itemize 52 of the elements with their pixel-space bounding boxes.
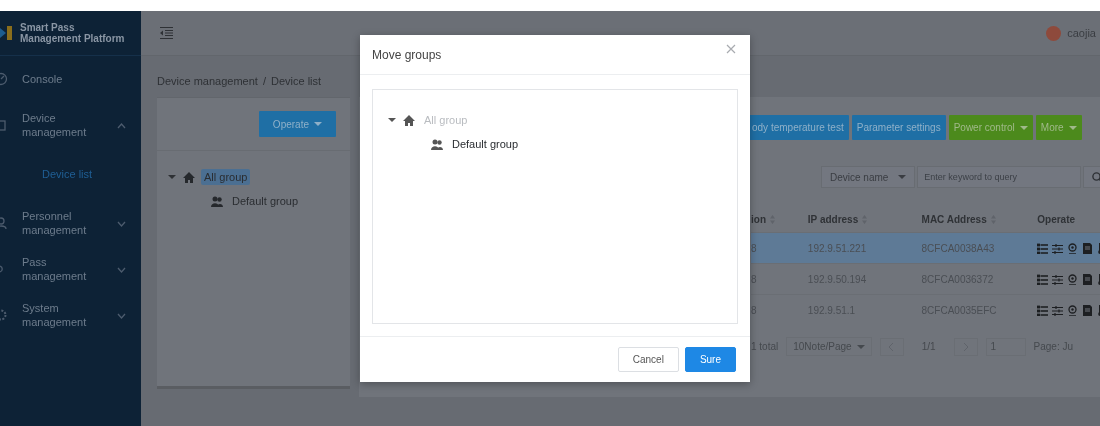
table-cell: 192.9.51.221: [807, 232, 922, 264]
breadcrumb-item[interactable]: Device management: [157, 75, 258, 87]
tree-node[interactable]: Default group: [229, 193, 302, 209]
sliders-icon[interactable]: [1052, 273, 1064, 285]
toolbar-button[interactable]: Parameter settings: [851, 115, 946, 140]
logo-icon: [0, 25, 12, 41]
toolbar-button[interactable]: Power control: [948, 115, 1033, 140]
table-cell: 8CFCA0038A43: [921, 232, 1038, 264]
sidebar-item[interactable]: Device management: [0, 102, 141, 148]
column-header: IP address: [807, 213, 859, 225]
menu-icon: [160, 27, 173, 39]
home-icon: [403, 114, 415, 126]
close-icon: [726, 44, 736, 55]
people-icon: [431, 138, 443, 150]
sidebar-item[interactable]: Console: [0, 56, 141, 102]
search-icon: [1091, 171, 1100, 183]
tree-node[interactable]: All group: [201, 169, 251, 185]
table-cell: 8: [751, 232, 808, 264]
document-icon[interactable]: [1082, 242, 1094, 254]
operate-button[interactable]: Operate: [258, 111, 336, 137]
sidebar-item[interactable]: System management: [0, 292, 141, 338]
breadcrumb-separator: /: [262, 75, 266, 87]
document-icon[interactable]: [1082, 273, 1094, 285]
webcam-icon[interactable]: [1067, 304, 1079, 316]
sliders-icon[interactable]: [1052, 304, 1064, 316]
list-icon[interactable]: [1037, 304, 1049, 316]
people-icon: [211, 195, 223, 207]
toolbar-button[interactable]: More: [1035, 115, 1082, 140]
breadcrumb-item: Device list: [270, 75, 322, 87]
column-header: Operate: [1037, 213, 1076, 225]
webcam-icon[interactable]: [1067, 273, 1079, 285]
table-row[interactable]: 8 192.9.51.221 8CFCA0038A43: [751, 232, 1100, 264]
search-field-select[interactable]: Device name: [821, 166, 916, 188]
caret-icon: [856, 342, 865, 351]
column-header: ion: [751, 213, 766, 225]
app-title: Smart Pass Management Platform: [20, 22, 126, 44]
sidebar-item[interactable]: Pass management: [0, 246, 141, 292]
list-icon[interactable]: [1037, 242, 1049, 254]
document-icon[interactable]: [1082, 304, 1094, 316]
caret-icon: [898, 173, 907, 181]
column-header: MAC Address: [921, 213, 987, 225]
cancel-button[interactable]: Cancel: [617, 347, 679, 373]
webcam-icon[interactable]: [1067, 242, 1079, 254]
toolbar-button[interactable]: ody temperature test: [747, 115, 849, 140]
menu-toggle-button[interactable]: [160, 27, 173, 39]
confirm-button[interactable]: Sure: [684, 347, 736, 373]
sidebar-item[interactable]: Personnel management: [0, 200, 141, 246]
sliders-icon[interactable]: [1052, 242, 1064, 254]
list-icon[interactable]: [1037, 273, 1049, 285]
dialog-title: Move groups: [372, 47, 442, 62]
home-icon: [183, 171, 195, 183]
sidebar-subitem[interactable]: Device list: [0, 148, 141, 200]
